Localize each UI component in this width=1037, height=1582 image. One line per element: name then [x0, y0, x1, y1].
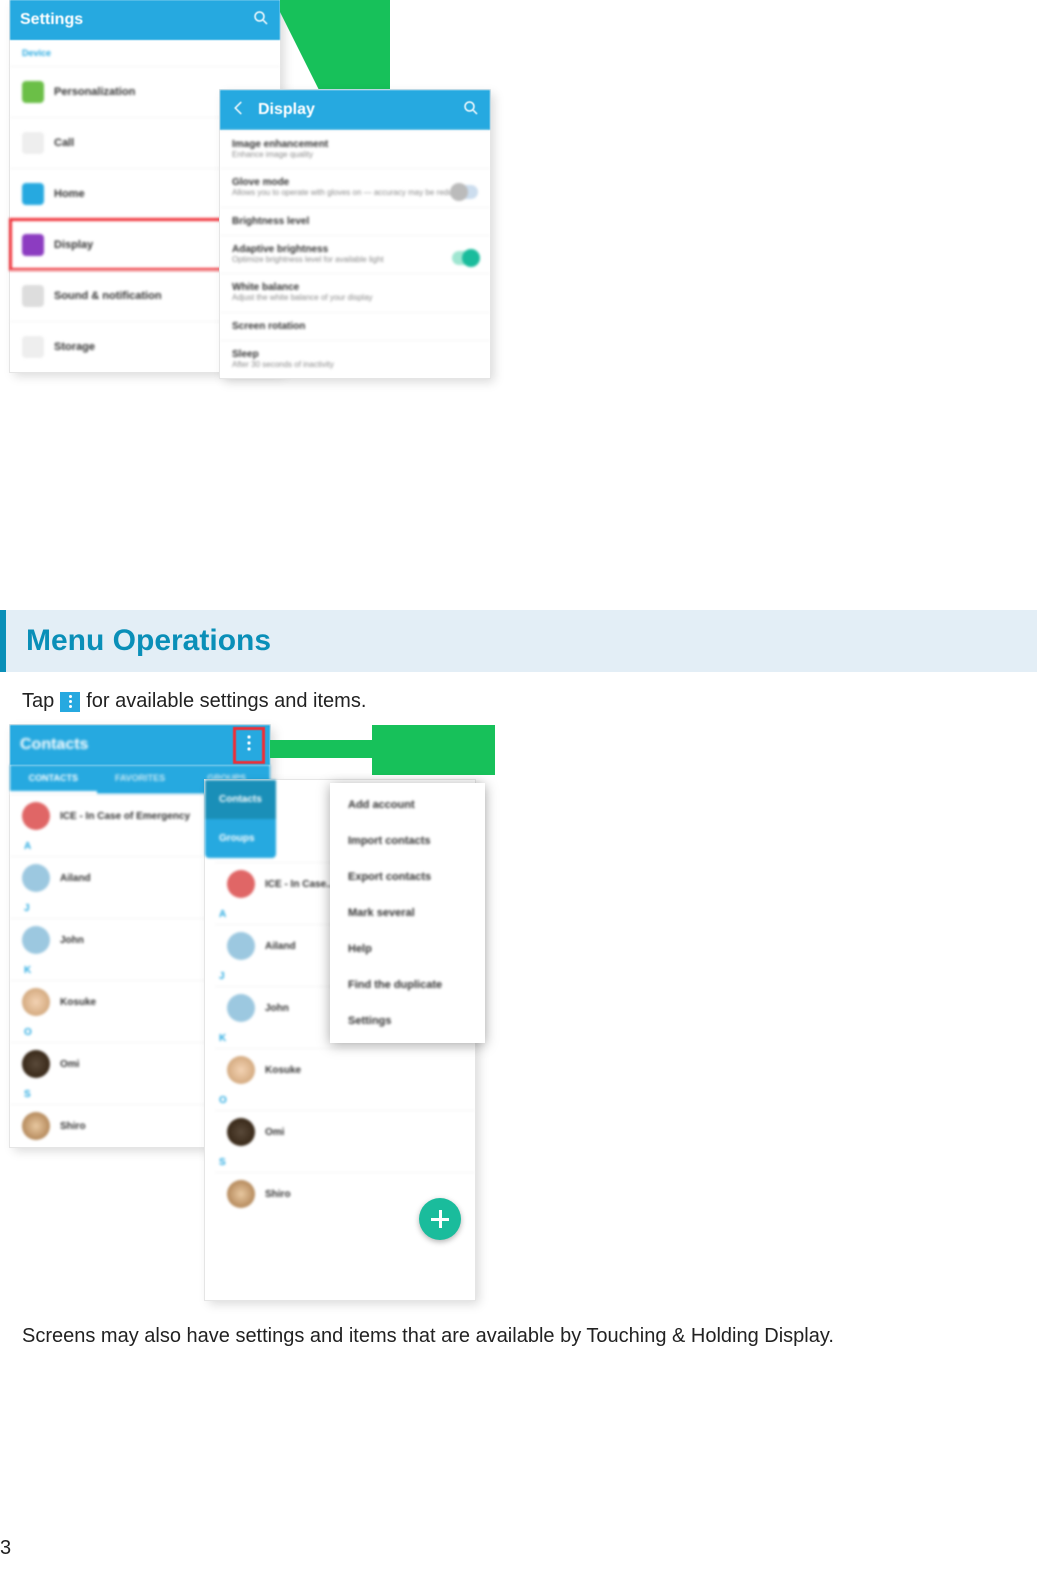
overflow-menu-icon	[60, 692, 80, 712]
settings-title: Settings	[20, 11, 83, 29]
display-item[interactable]: Adaptive brightnessOptimize brightness l…	[220, 235, 490, 273]
menu-item[interactable]: Import contacts	[330, 823, 485, 859]
overflow-menu-icon[interactable]	[238, 732, 260, 759]
body-text: Screens may also have settings and items…	[22, 1325, 834, 1348]
section-heading: Menu Operations	[0, 610, 1037, 672]
settings-section-label: Device	[10, 40, 280, 66]
overflow-menu: Add account Import contacts Export conta…	[330, 783, 485, 1043]
search-icon[interactable]	[462, 99, 480, 122]
menu-item[interactable]: Find the duplicate	[330, 967, 485, 1003]
display-item[interactable]: Screen rotation	[220, 312, 490, 340]
fab-add-icon[interactable]	[419, 1198, 461, 1240]
display-title: Display	[258, 101, 315, 119]
display-item[interactable]: White balanceAdjust the white balance of…	[220, 273, 490, 311]
search-icon[interactable]	[252, 9, 270, 32]
display-phone: Display Image enhancementEnhance image q…	[220, 90, 490, 378]
toggle-icon[interactable]	[452, 251, 478, 265]
page-number: 3	[0, 1537, 11, 1560]
tab-favorites[interactable]: FAVORITES	[97, 765, 184, 794]
arrow-icon	[280, 0, 390, 104]
back-icon[interactable]	[230, 99, 248, 122]
contact-row[interactable]: Kosuke	[215, 1048, 475, 1091]
display-appbar: Display	[220, 90, 490, 130]
side-tabs: Contacts Groups	[205, 780, 276, 858]
menu-item[interactable]: Settings	[330, 1003, 485, 1039]
index-letter: O	[205, 1091, 475, 1110]
menu-item[interactable]: Help	[330, 931, 485, 967]
instruction-text: Tap for available settings and items.	[22, 690, 366, 713]
contacts-title: Contacts	[20, 736, 88, 754]
index-letter: S	[205, 1153, 475, 1172]
display-item[interactable]: SleepAfter 30 seconds of inactivity	[220, 340, 490, 378]
settings-appbar: Settings	[10, 0, 280, 40]
display-item[interactable]: Glove modeAllows you to operate with glo…	[220, 168, 490, 206]
arrow-icon	[265, 725, 495, 775]
menu-item[interactable]: Export contacts	[330, 859, 485, 895]
side-tab-groups[interactable]: Groups	[205, 819, 276, 858]
contact-row[interactable]: Omi	[215, 1110, 475, 1153]
display-item[interactable]: Brightness level	[220, 207, 490, 235]
display-item[interactable]: Image enhancementEnhance image quality	[220, 130, 490, 168]
menu-item[interactable]: Mark several	[330, 895, 485, 931]
menu-item[interactable]: Add account	[330, 787, 485, 823]
contacts-appbar: Contacts	[10, 725, 270, 765]
side-tab-contacts[interactable]: Contacts	[205, 780, 276, 819]
tab-contacts[interactable]: CONTACTS	[10, 765, 97, 794]
toggle-icon[interactable]	[452, 185, 478, 199]
